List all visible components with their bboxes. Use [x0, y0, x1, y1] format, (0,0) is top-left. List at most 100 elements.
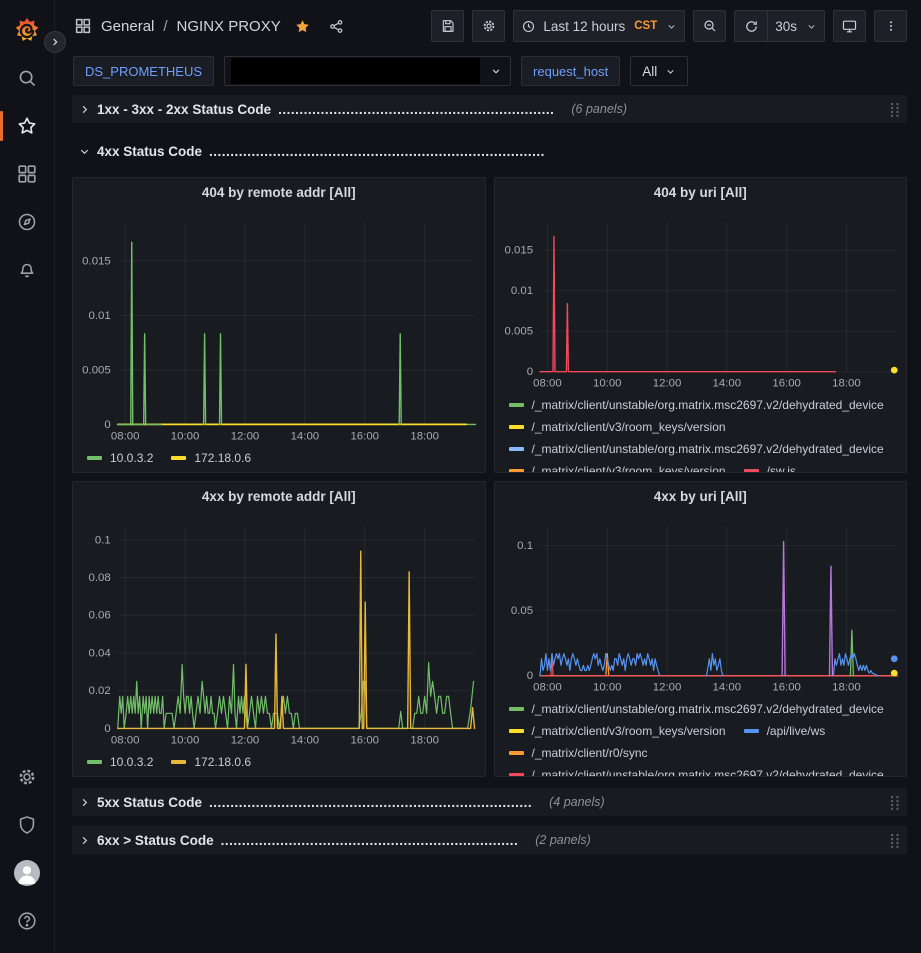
svg-text:08:00: 08:00 — [533, 378, 562, 390]
refresh-interval-label: 30s — [775, 19, 797, 34]
variable-label-request-host: request_host — [521, 56, 620, 86]
series-label: /_matrix/client/v3/room_keys/version — [532, 724, 726, 738]
chevron-down-icon — [490, 65, 502, 77]
legend-item[interactable]: /sw.js — [744, 461, 796, 472]
toolbar-actions: Last 12 hours CST 30s — [431, 10, 907, 42]
legend-item[interactable]: 10.0.3.2 — [87, 448, 153, 468]
sidebar-item-explore[interactable] — [0, 198, 55, 246]
series-color-swatch — [744, 469, 759, 472]
series-label: /api/live/ws — [767, 724, 826, 738]
sidebar-item-dashboards[interactable] — [0, 150, 55, 198]
svg-text:18:00: 18:00 — [832, 682, 861, 694]
svg-text:0.015: 0.015 — [82, 255, 111, 267]
breadcrumb: General / NGINX PROXY — [74, 17, 345, 35]
time-series-chart[interactable]: 00.0050.010.01508:0010:0012:0014:0016:00… — [73, 208, 485, 446]
dashboard-title[interactable]: NGINX PROXY — [177, 18, 281, 35]
more-options-button[interactable] — [874, 10, 907, 42]
grafana-logo-icon — [12, 16, 42, 46]
panel-404-by-uri: 404 by uri [All] 00.0050.010.01508:0010:… — [494, 177, 908, 473]
series-label: /sw.js — [767, 464, 796, 472]
refresh-button[interactable] — [734, 10, 767, 42]
share-icon — [328, 18, 345, 35]
row-1xx-3xx-2xx[interactable]: 1xx - 3xx - 2xx Status Code ............… — [72, 95, 907, 123]
legend-item[interactable]: /_matrix/client/unstable/org.matrix.msc2… — [509, 765, 884, 776]
sidebar-item-configuration[interactable] — [0, 753, 55, 801]
svg-text:18:00: 18:00 — [410, 430, 439, 442]
share-button[interactable] — [328, 18, 345, 35]
legend-item[interactable]: /_matrix/client/v3/room_keys/version — [509, 461, 726, 472]
kebab-menu-icon — [884, 18, 898, 34]
legend-item[interactable]: /_matrix/client/unstable/org.matrix.msc2… — [509, 439, 884, 459]
time-series-chart[interactable]: 00.020.040.060.080.108:0010:0012:0014:00… — [73, 512, 485, 750]
legend-item[interactable]: /_matrix/client/unstable/org.matrix.msc2… — [509, 699, 884, 719]
row-5xx[interactable]: 5xx Status Code ........................… — [72, 788, 907, 816]
row-6xx[interactable]: 6xx > Status Code ......................… — [72, 826, 907, 854]
favorite-star-icon — [294, 18, 311, 35]
sidebar-item-help[interactable] — [0, 897, 55, 945]
svg-text:0.04: 0.04 — [89, 647, 112, 659]
panel-4xx-by-remote-addr: 4xx by remote addr [All] 00.020.040.060.… — [72, 481, 486, 777]
row-title-dots: ........................................… — [209, 795, 532, 810]
svg-text:0.01: 0.01 — [510, 285, 532, 297]
favorite-star-button[interactable] — [294, 18, 311, 35]
sidebar-expand-button[interactable] — [44, 31, 66, 53]
row-title: 6xx > Status Code — [97, 833, 214, 848]
panel-title[interactable]: 404 by remote addr [All] — [73, 178, 485, 208]
svg-text:0: 0 — [526, 670, 532, 682]
zoom-out-time-button[interactable] — [693, 10, 726, 42]
legend-item[interactable]: 172.18.0.6 — [171, 448, 251, 468]
panel-title[interactable]: 404 by uri [All] — [495, 178, 907, 208]
legend-item[interactable]: /_matrix/client/unstable/org.matrix.msc2… — [509, 395, 884, 415]
sidebar-bottom — [0, 753, 55, 953]
svg-text:0.05: 0.05 — [510, 605, 532, 617]
save-dashboard-button[interactable] — [431, 10, 464, 42]
sidebar-item-search[interactable] — [0, 54, 55, 102]
svg-text:0.005: 0.005 — [82, 364, 111, 376]
panel-title[interactable]: 4xx by remote addr [All] — [73, 482, 485, 512]
series-label: /_matrix/client/unstable/org.matrix.msc2… — [532, 442, 884, 456]
series-label: 10.0.3.2 — [110, 451, 153, 465]
datasource-select[interactable] — [224, 56, 511, 86]
help-question-icon — [16, 910, 38, 932]
sidebar-item-server-admin[interactable] — [0, 801, 55, 849]
svg-text:18:00: 18:00 — [832, 378, 861, 390]
time-range-picker[interactable]: Last 12 hours CST — [513, 10, 685, 42]
row-drag-handle[interactable] — [890, 102, 901, 117]
sidebar — [0, 0, 55, 953]
sidebar-item-alerting[interactable] — [0, 246, 55, 294]
sidebar-item-starred[interactable] — [0, 102, 55, 150]
request-host-select[interactable]: All — [630, 56, 688, 86]
dashboard-body: 1xx - 3xx - 2xx Status Code ............… — [55, 90, 921, 953]
legend-item[interactable]: 10.0.3.2 — [87, 752, 153, 772]
legend-item[interactable]: /api/live/ws — [744, 721, 826, 741]
refresh-interval-select[interactable]: 30s — [767, 10, 825, 42]
svg-text:08:00: 08:00 — [111, 430, 140, 442]
breadcrumb-section[interactable]: General — [101, 18, 154, 35]
legend-item[interactable]: /_matrix/client/v3/room_keys/version — [509, 417, 726, 437]
row-4xx[interactable]: 4xx Status Code ........................… — [72, 137, 907, 165]
row-drag-handle[interactable] — [890, 833, 901, 848]
svg-text:14:00: 14:00 — [291, 734, 320, 746]
variables-bar: DS_PROMETHEUS request_host All — [55, 52, 921, 90]
row-drag-handle[interactable] — [890, 795, 901, 810]
sidebar-item-profile[interactable] — [0, 849, 55, 897]
chevron-down-icon — [666, 21, 677, 32]
time-series-chart[interactable]: 00.050.108:0010:0012:0014:0016:0018:00 — [495, 512, 907, 697]
svg-text:0.1: 0.1 — [95, 534, 111, 546]
row-panel-count: (2 panels) — [535, 833, 591, 847]
dashboard-settings-button[interactable] — [472, 10, 505, 42]
star-icon — [16, 115, 38, 137]
chart-legend: 10.0.3.2 172.18.0.6 — [73, 750, 485, 774]
legend-item[interactable]: 172.18.0.6 — [171, 752, 251, 772]
alerting-bell-icon — [16, 259, 38, 281]
svg-text:10:00: 10:00 — [592, 682, 621, 694]
kiosk-mode-button[interactable] — [833, 10, 866, 42]
save-floppy-icon — [440, 18, 456, 34]
datasource-value-redacted — [231, 58, 480, 84]
panel-title[interactable]: 4xx by uri [All] — [495, 482, 907, 512]
series-color-swatch — [509, 707, 524, 711]
legend-item[interactable]: /_matrix/client/v3/room_keys/version — [509, 721, 726, 741]
legend-item[interactable]: /_matrix/client/r0/sync — [509, 743, 648, 763]
svg-text:08:00: 08:00 — [533, 682, 562, 694]
time-series-chart[interactable]: 00.0050.010.01508:0010:0012:0014:0016:00… — [495, 208, 907, 393]
